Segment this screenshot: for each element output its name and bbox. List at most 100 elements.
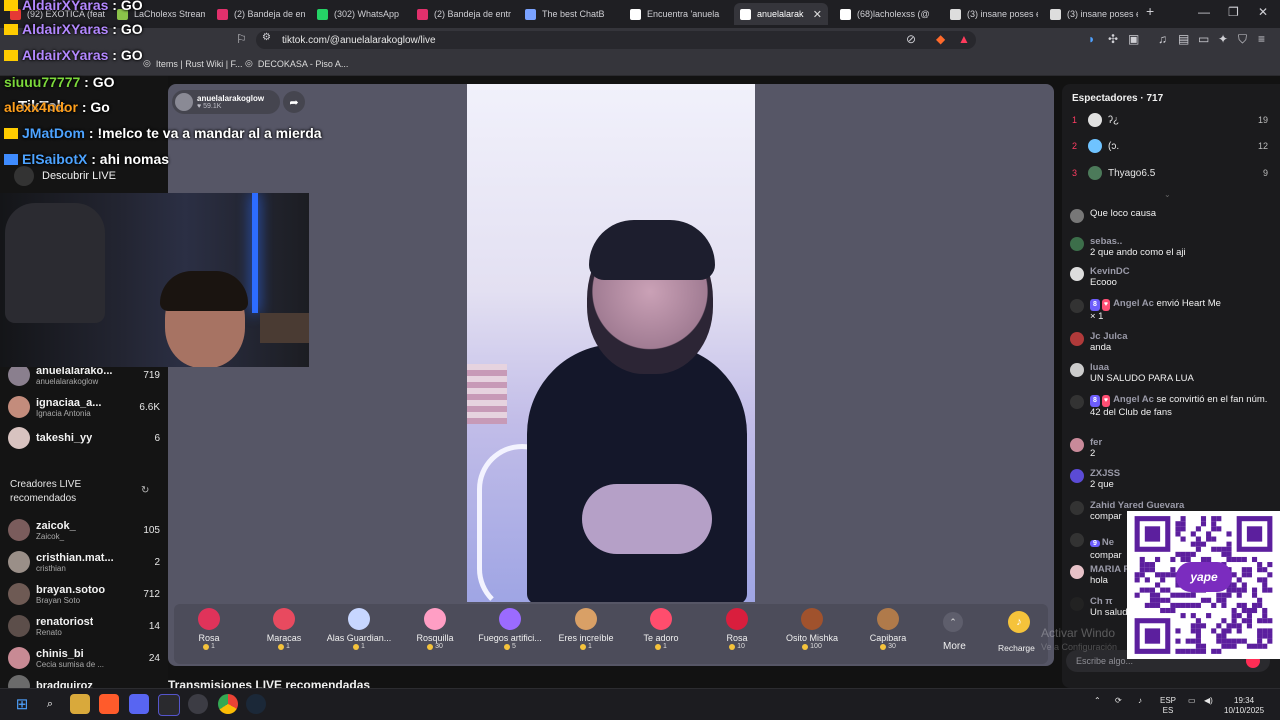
recharge-coin-icon[interactable]: ♪ <box>1008 611 1030 633</box>
globe-icon: ◎ <box>245 58 253 68</box>
gift-item[interactable]: Eres increíble 1 <box>551 608 621 650</box>
gift-item[interactable]: Rosa 1 <box>174 608 244 650</box>
chat-user: Zahid Yared Guevara <box>1090 500 1185 511</box>
wallet-icon[interactable]: ▭ <box>1198 32 1209 46</box>
browser-tab[interactable]: (68)lacholexss (@ <box>834 3 938 25</box>
gift-name: Osito Mishka <box>785 633 838 643</box>
obs-icon[interactable] <box>158 694 180 716</box>
tray-sync-icon[interactable]: ⟳ <box>1115 696 1122 706</box>
gift-price: 1 <box>353 643 365 650</box>
browser-tab[interactable]: (2) Bandeja de entr <box>411 3 513 25</box>
tray-chevron-icon[interactable]: ⌃ <box>1094 696 1101 706</box>
more-gifts-button[interactable]: More <box>943 641 966 652</box>
gift-price-value: 1 <box>663 643 667 650</box>
close-window-button[interactable]: ✕ <box>1258 5 1268 19</box>
collapse-icon[interactable]: ⌄ <box>1164 190 1171 199</box>
recharge-button[interactable]: Recharge <box>998 643 1035 653</box>
creator-avatar <box>8 615 30 637</box>
share-button[interactable]: ➦ <box>283 91 305 113</box>
creator-row[interactable]: takeshi_yy 6 <box>8 424 160 452</box>
bookmark-decokasa[interactable]: ◎ DECOKASA - Piso A... <box>245 58 348 69</box>
creator-avatar <box>8 427 30 449</box>
file-explorer-icon[interactable] <box>70 694 90 714</box>
creator-row[interactable]: ignaciaa_a... Ignacia Antonia 6.6K <box>8 393 160 421</box>
windows-start-icon[interactable]: ⊞ <box>12 694 32 714</box>
maximize-button[interactable]: ❐ <box>1228 5 1239 19</box>
site-info-icon[interactable]: ⚙ <box>262 32 271 43</box>
browser-tab[interactable]: anuelalarak ✕ <box>734 3 828 25</box>
browser-tab[interactable]: (302) WhatsApp <box>311 3 405 25</box>
vpn-icon[interactable]: ⛉ <box>1238 32 1247 47</box>
media-icon[interactable]: ♫ <box>1158 32 1167 46</box>
chrome-icon[interactable] <box>218 694 238 714</box>
gift-item[interactable]: Te adoro 1 <box>626 608 696 650</box>
webcam-led-light <box>252 193 258 313</box>
brave-browser-icon[interactable] <box>99 694 119 714</box>
browser-tab[interactable]: (2) Bandeja de entr <box>211 3 305 25</box>
leo-icon[interactable]: ✦ <box>1218 32 1228 46</box>
creator-text: brayan.sotoo Brayan Soto <box>36 584 105 605</box>
gift-item[interactable]: Fuegos artifici... 5 <box>475 608 545 650</box>
browser-tab[interactable]: Encuentra 'anuela <box>624 3 728 25</box>
bookmark-rust-wiki[interactable]: ◎ Items | Rust Wiki | F... <box>143 58 243 69</box>
url-field[interactable]: tiktok.com/@anuelalarakoglow/live <box>256 31 976 49</box>
gift-item[interactable]: Capibara 30 <box>853 608 923 650</box>
rewards-icon[interactable]: ▲ <box>958 32 970 46</box>
refresh-icon[interactable]: ↻ <box>141 485 149 496</box>
browser-tab[interactable]: (3) insane poses en <box>944 3 1038 25</box>
browser-tab[interactable]: (3) insane poses en <box>1044 3 1138 25</box>
cast-icon[interactable]: ⊘ <box>906 32 916 46</box>
creator-subtitle: Zaicok_ <box>36 531 65 541</box>
tab-close-icon[interactable]: ✕ <box>813 8 822 21</box>
gift-item[interactable]: Osito Mishka 100 <box>777 608 847 650</box>
host-profile-chip[interactable]: anuelalarakoglow ♥ 59.1K <box>172 90 280 114</box>
new-tab-button[interactable]: + <box>1146 3 1154 19</box>
minimize-button[interactable]: — <box>1198 5 1210 19</box>
descubrir-live-link[interactable]: Descubrir LIVE <box>42 170 116 182</box>
top-viewer-row[interactable]: 1 ʔ¿ 19 <box>1072 110 1268 130</box>
search-icon[interactable]: ⌕ <box>40 694 60 714</box>
host-name: anuelalarakoglow <box>197 94 265 103</box>
descubrir-icon <box>14 166 34 186</box>
bookmark-icon[interactable]: ⚐ <box>236 32 247 46</box>
video-person-hair <box>589 220 715 280</box>
expand-gifts-icon[interactable]: ⌃ <box>943 612 963 632</box>
creator-row[interactable]: brayan.sotoo Brayan Soto 712 <box>8 580 160 608</box>
tab-favicon-icon <box>840 8 851 20</box>
browser-tab[interactable]: The best ChatB <box>519 3 618 25</box>
app-icon[interactable] <box>188 694 208 714</box>
user-badge-icon <box>4 154 18 165</box>
tray-mic-icon[interactable]: ♪ <box>1138 696 1142 706</box>
gift-item[interactable]: Maracas 1 <box>249 608 319 650</box>
creator-row[interactable]: zaicok_ Zaicok_ 105 <box>8 516 160 544</box>
discord-icon[interactable] <box>129 694 149 714</box>
overlay-chat-user: siuuu77777 <box>4 74 81 90</box>
live-video[interactable] <box>467 84 755 602</box>
gift-item[interactable]: Alas Guardian... 1 <box>324 608 394 650</box>
brave-shield-icon[interactable]: ◆ <box>936 32 945 46</box>
steam-icon[interactable] <box>246 694 266 714</box>
webcam-shelf <box>260 313 309 343</box>
extensions-icon[interactable]: ✣ <box>1108 32 1118 46</box>
gift-price-value: 30 <box>435 643 443 650</box>
chat-text: 2 que ando como el aji <box>1090 247 1186 258</box>
creator-row[interactable]: cristhian.mat... cristhian 2 <box>8 548 160 576</box>
tray-display-icon[interactable]: ▭ <box>1188 696 1196 706</box>
top-viewer-row[interactable]: 2 (ɔ. 12 <box>1072 136 1268 156</box>
clock[interactable]: 19:34 10/10/2025 <box>1224 696 1264 716</box>
menu-icon[interactable]: ≡ <box>1258 32 1265 46</box>
gift-item[interactable]: Rosquilla 30 <box>400 608 470 650</box>
language-indicator[interactable]: ESP ES <box>1160 696 1176 716</box>
voice-icon[interactable]: ◗ <box>1088 32 1095 46</box>
tray-volume-icon[interactable]: ◀) <box>1204 696 1213 706</box>
sidebar-icon[interactable]: ▤ <box>1178 32 1189 46</box>
screenshot-icon[interactable]: ▣ <box>1128 32 1139 46</box>
overlay-chat-user: JMatDom <box>22 125 86 141</box>
creator-row[interactable]: chinis_bi Cecia sumisa de ... 24 <box>8 644 160 672</box>
top-viewer-row[interactable]: 3 Thyago6.5 9 <box>1072 163 1268 183</box>
chat-text: 2 que <box>1090 479 1114 490</box>
creator-row[interactable]: renatoriost Renato 14 <box>8 612 160 640</box>
gift-item[interactable]: Rosa 10 <box>702 608 772 650</box>
chat-user: Ne <box>1101 537 1115 548</box>
creator-text: takeshi_yy <box>36 432 92 444</box>
